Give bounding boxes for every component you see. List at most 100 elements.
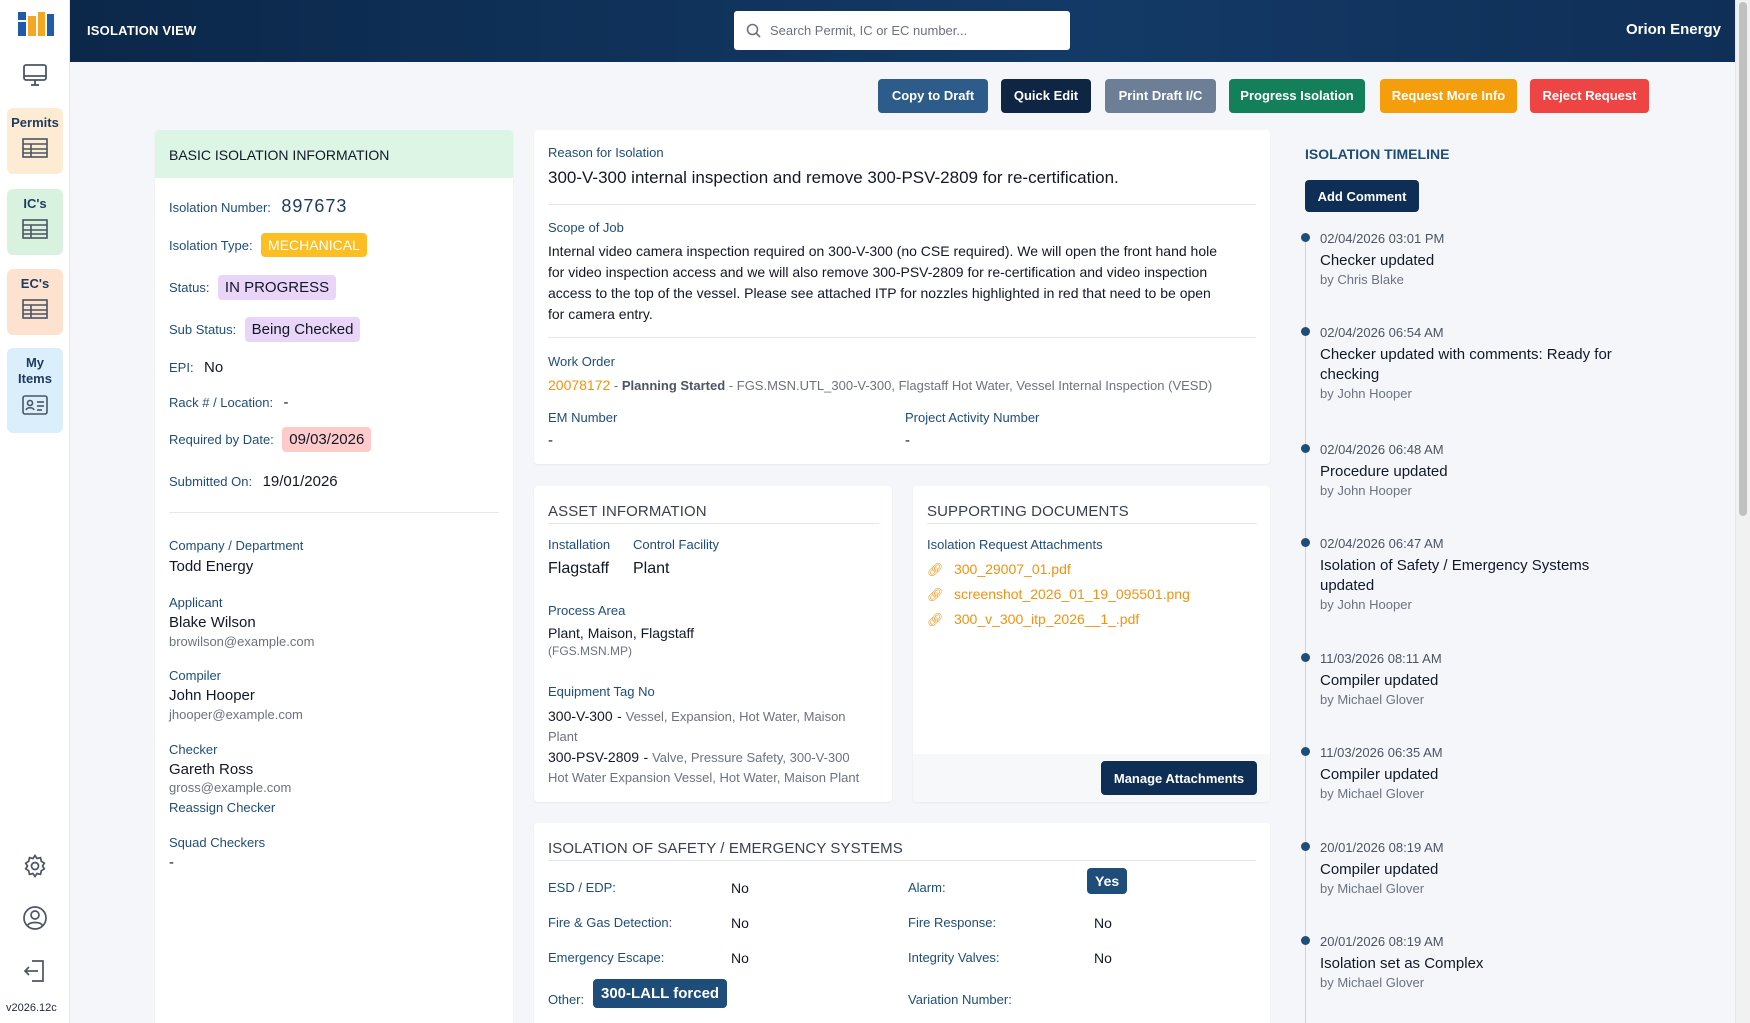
divider <box>548 204 1256 205</box>
timeline-date: 02/04/2026 03:01 PM <box>1320 231 1445 246</box>
work-order-link[interactable]: 20078172 <box>548 377 610 393</box>
org-name: Orion Energy <box>1625 21 1721 38</box>
scope-label: Scope of Job <box>548 220 624 235</box>
other-label: Other: <box>548 992 585 1007</box>
work-order-label: Work Order <box>548 354 615 369</box>
isolation-type-row: Isolation Type: MECHANICAL <box>169 233 367 257</box>
status-badge: IN PROGRESS <box>217 275 337 300</box>
compiler-name: John Hooper <box>169 687 255 704</box>
attachment-link[interactable]: 🔗︎ screenshot_2026_01_19_095501.png <box>927 586 1190 604</box>
isolation-number-row: Isolation Number: 897673 <box>169 196 347 217</box>
timeline-date: 11/03/2026 06:35 AM <box>1320 745 1443 760</box>
attachments-label: Isolation Request Attachments <box>927 537 1103 552</box>
timeline-dot <box>1301 444 1310 453</box>
integrity-valves-value: No <box>1094 950 1112 966</box>
fire-response-value: No <box>1094 915 1112 931</box>
compiler-email: jhooper@example.com <box>169 707 303 722</box>
timeline-dot <box>1301 842 1310 851</box>
scrollbar-thumb[interactable] <box>1739 2 1747 516</box>
epi-row: EPI: No <box>169 359 223 377</box>
divider <box>927 523 1257 524</box>
search-input[interactable] <box>770 11 1060 50</box>
applicant-name: Blake Wilson <box>169 614 256 631</box>
logout-icon[interactable] <box>22 958 48 984</box>
scope-line-3: access to the top of the vessel. Please … <box>548 285 1211 301</box>
attachment-link[interactable]: 🔗︎ 300_29007_01.pdf <box>927 561 1071 579</box>
add-comment-button[interactable]: Add Comment <box>1305 180 1419 212</box>
emergency-escape-value: No <box>731 950 749 966</box>
timeline-item: 02/04/2026 06:48 AM Procedure updated by J… <box>1320 442 1448 498</box>
app-logo-icon[interactable] <box>18 12 54 38</box>
gear-icon[interactable] <box>22 853 48 879</box>
timeline-text-continued: updated <box>1320 577 1375 594</box>
required-date-row: Required by Date: 09/03/2026 <box>169 427 372 452</box>
reason-text: 300-V-300 internal inspection and remove… <box>548 168 1119 187</box>
attachment-name[interactable]: screenshot_2026_01_19_095501.png <box>954 586 1190 602</box>
timeline-line <box>1305 234 1306 1023</box>
required-date-badge: 09/03/2026 <box>282 427 372 452</box>
nav-ics[interactable]: IC's <box>7 189 63 255</box>
copy-to-draft-button[interactable]: Copy to Draft <box>878 79 988 113</box>
attachment-name[interactable]: 300_29007_01.pdf <box>954 561 1071 577</box>
quick-edit-button[interactable]: Quick Edit <box>1001 79 1091 113</box>
timeline-dot <box>1301 327 1310 336</box>
attachment-link[interactable]: 🔗︎ 300_v_300_itp_2026__1_.pdf <box>927 611 1139 629</box>
timeline-date: 02/04/2026 06:48 AM <box>1320 442 1444 457</box>
timeline-text-continued: checking <box>1320 366 1380 383</box>
nav-ecs[interactable]: EC's <box>7 269 63 335</box>
table-icon <box>22 219 48 239</box>
request-more-info-button[interactable]: Request More Info <box>1380 79 1517 113</box>
timeline-author: by John Hooper <box>1320 483 1412 498</box>
nav-permits[interactable]: Permits <box>7 108 63 174</box>
integrity-valves-label: Integrity Valves: <box>908 950 1000 965</box>
reject-request-button[interactable]: Reject Request <box>1530 79 1649 113</box>
divider <box>548 337 1256 338</box>
timeline-item: 11/03/2026 06:35 AM Compiler updated by Mi… <box>1320 745 1443 801</box>
manage-attachments-button[interactable]: Manage Attachments <box>1101 761 1257 795</box>
control-facility-label: Control Facility <box>633 537 719 552</box>
timeline-text: Isolation of Safety / Emergency Systems <box>1320 557 1590 574</box>
progress-isolation-button[interactable]: Progress Isolation <box>1229 79 1365 113</box>
timeline-dot <box>1301 747 1310 756</box>
timeline-dot <box>1301 538 1310 547</box>
page-scrollbar[interactable] <box>1735 0 1750 1023</box>
timeline-author: by Michael Glover <box>1320 881 1425 896</box>
nav-my-items-label-1: My <box>25 355 45 370</box>
work-order-row: 20078172 - Planning Started - FGS.MSN.UT… <box>548 377 1213 393</box>
tag-2-id: 300-PSV-2809 <box>548 749 640 765</box>
user-circle-icon[interactable] <box>22 905 48 931</box>
isolation-number: 897673 <box>281 196 348 216</box>
em-number-value: - <box>548 432 553 449</box>
reassign-checker-link[interactable]: Reassign Checker <box>169 800 275 815</box>
tag-2-desc-2: Hot Water Expansion Vessel, Hot Water, M… <box>548 770 860 785</box>
required-date-label: Required by Date: <box>169 432 274 447</box>
link-icon: 🔗︎ <box>927 612 944 627</box>
scope-line-4: for camera entry. <box>548 306 653 322</box>
tag-1-desc: Vessel, Expansion, Hot Water, Maison <box>625 709 846 724</box>
squad-checkers-label: Squad Checkers <box>169 835 266 850</box>
monitor-icon[interactable] <box>21 61 49 89</box>
documents-card: SUPPORTING DOCUMENTS Isolation Request A… <box>913 486 1270 802</box>
timeline-item: 20/01/2026 08:19 AM Compiler updated by Mi… <box>1320 840 1444 896</box>
process-area-label: Process Area <box>548 603 626 618</box>
print-draft-button[interactable]: Print Draft I/C <box>1105 79 1216 113</box>
timeline-text: Checker updated with comments: Ready for <box>1320 346 1612 363</box>
page-title: ISOLATION VIEW <box>87 23 197 38</box>
timeline-author: by John Hooper <box>1320 597 1412 612</box>
table-icon <box>22 138 48 158</box>
basic-info-header: BASIC ISOLATION INFORMATION <box>155 130 513 178</box>
timeline-dot <box>1301 936 1310 945</box>
company-label: Company / Department <box>169 538 304 553</box>
timeline-dot <box>1301 233 1310 242</box>
timeline-author: by John Hooper <box>1320 386 1412 401</box>
rack-row: Rack # / Location: - <box>169 394 289 412</box>
timeline-item: 11/03/2026 08:11 AM Compiler updated by Mi… <box>1320 651 1442 707</box>
documents-title: SUPPORTING DOCUMENTS <box>927 503 1129 520</box>
reason-card: Reason for Isolation 300-V-300 internal … <box>534 130 1270 464</box>
table-icon <box>22 299 48 319</box>
nav-my-items[interactable]: My Items <box>7 348 63 433</box>
search-box[interactable] <box>734 11 1070 50</box>
timeline-date: 20/01/2026 08:19 AM <box>1320 934 1444 949</box>
attachment-name[interactable]: 300_v_300_itp_2026__1_.pdf <box>954 611 1139 627</box>
asset-card: ASSET INFORMATION Installation Flagstaff… <box>534 486 892 802</box>
